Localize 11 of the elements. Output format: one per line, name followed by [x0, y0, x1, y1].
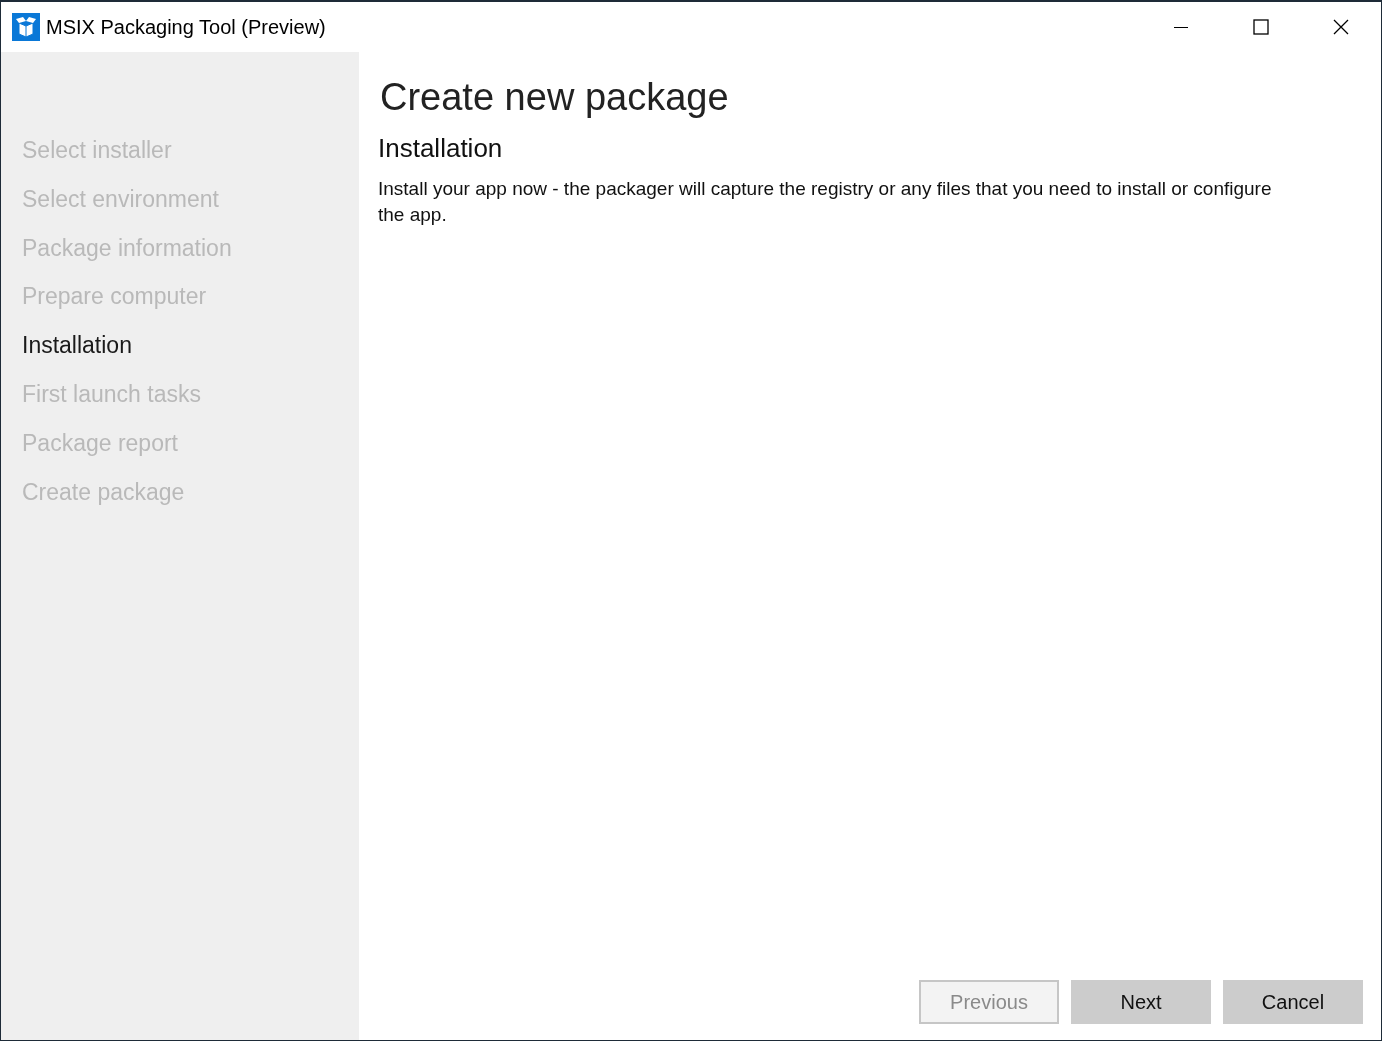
description-text: Install your app now - the packager will capture the registry or any files that you need to install or configure the app.	[378, 177, 1273, 227]
window-title: MSIX Packaging Tool (Preview)	[46, 15, 326, 39]
section-heading: Installation	[378, 133, 504, 164]
minimize-icon	[1174, 26, 1188, 28]
step-item[interactable]: Installation	[1, 325, 359, 374]
page-title: Create new package	[380, 76, 730, 119]
wizard-button[interactable]: Cancel	[1223, 980, 1363, 1024]
wizard-button[interactable]: Next	[1071, 980, 1211, 1024]
maximize-icon	[1253, 19, 1269, 35]
close-icon	[1333, 19, 1349, 35]
package-box-icon	[12, 13, 40, 41]
